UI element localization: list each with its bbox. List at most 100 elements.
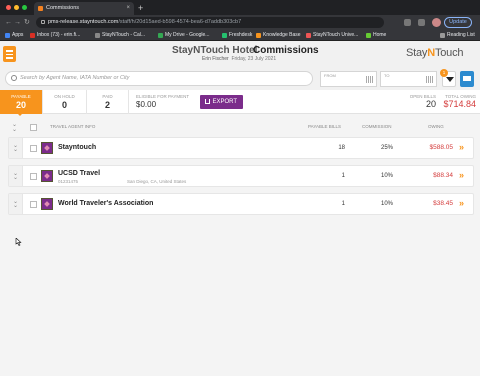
bookmark-item[interactable]: Knowledge Base	[256, 30, 301, 41]
browser-tab[interactable]: Commissions ×	[34, 2, 134, 15]
paid-count: 2	[104, 100, 110, 110]
bookmark-label: My Drive - Google...	[165, 32, 210, 38]
row-expand-toggle[interactable]: ⌄ ⌄	[9, 138, 23, 158]
bookmark-item[interactable]: StayNTouch Unive...	[306, 30, 358, 41]
filter-button[interactable]: 1	[440, 69, 456, 87]
reading-list-button[interactable]: Reading List	[440, 30, 475, 41]
row-checkbox[interactable]	[30, 173, 37, 180]
owing-amount: $88.34	[433, 172, 453, 179]
bookmark-label: Knowledge Base	[263, 32, 301, 38]
download-icon	[205, 99, 210, 104]
browser-tab-bar: Commissions × +	[0, 0, 480, 15]
col-commission-header: COMMISSION	[362, 124, 392, 129]
commission-rate: 25%	[380, 145, 393, 151]
bookmark-label: Freshdesk	[229, 32, 253, 38]
table-header: ⌄ ⌄ TRAVEL AGENT INFO PAYABLE BILLS COMMI…	[0, 122, 480, 134]
eligible-amount: $0.00	[136, 100, 157, 109]
from-label: FROM	[324, 73, 336, 78]
tab-favicon-icon	[38, 6, 43, 11]
reading-list-label: Reading List	[447, 32, 475, 38]
tab-on-hold[interactable]: ON HOLD 0	[43, 90, 87, 114]
commission-rate: 10%	[380, 201, 393, 207]
tab-paid[interactable]: PAID 2	[87, 90, 129, 114]
export-button[interactable]: EXPORT	[200, 95, 243, 109]
bookmark-icon	[222, 33, 227, 38]
open-agent-icon[interactable]: »	[459, 170, 464, 180]
agent-row[interactable]: ⌄ ⌄ UCSD Travel 01231475 San Diego, CA, Unit…	[8, 165, 474, 187]
row-checkbox[interactable]	[30, 145, 37, 152]
bookmark-icon	[158, 33, 163, 38]
url-path: /staff/h/20d15aed-b598-4574-bea6-d7addb3…	[118, 19, 242, 25]
payable-bills: 18	[338, 145, 345, 151]
url-input[interactable]: pms-release.stayntouch.com/staff/h/20d15…	[36, 17, 384, 28]
tab-title: Commissions	[46, 5, 80, 11]
chevron-down-icon: ⌄ ⌄	[13, 171, 19, 181]
minimize-window-icon[interactable]	[14, 5, 19, 10]
brand-part: Stay	[406, 47, 428, 59]
agent-logo-mark	[44, 201, 50, 207]
collapse-all-icon[interactable]: ⌄ ⌄	[12, 122, 17, 133]
page-title: Commissions	[253, 45, 319, 56]
back-icon[interactable]: ←	[5, 17, 12, 28]
reload-icon[interactable]: ↻	[24, 17, 30, 28]
bookmark-label: Apps	[12, 32, 24, 38]
tab-close-icon[interactable]: ×	[126, 2, 130, 15]
agent-logo	[41, 198, 53, 210]
agent-logo	[41, 142, 53, 154]
new-tab-button[interactable]: +	[138, 2, 143, 14]
reading-list-icon	[440, 33, 445, 38]
open-bills-count: 20	[425, 99, 436, 109]
select-all-checkbox[interactable]	[30, 124, 37, 131]
to-date-field[interactable]: TO	[380, 71, 437, 87]
export-label: EXPORT	[212, 99, 237, 105]
total-owing-amount: $714.84	[443, 99, 476, 109]
row-expand-toggle[interactable]: ⌄ ⌄	[9, 194, 23, 214]
calendar-icon	[426, 76, 433, 83]
row-expand-toggle[interactable]: ⌄ ⌄	[9, 166, 23, 186]
menu-button[interactable]	[3, 46, 16, 62]
profile-avatar[interactable]	[432, 18, 441, 27]
agent-logo-mark	[44, 173, 50, 179]
open-agent-icon[interactable]: »	[459, 198, 464, 208]
agent-location: San Diego, CA, United States	[127, 179, 187, 184]
user-name: Erin Fischer	[202, 56, 229, 62]
maximize-window-icon[interactable]	[22, 5, 27, 10]
bookmark-item[interactable]: My Drive - Google...	[158, 30, 209, 41]
chevron-down-icon: ⌄ ⌄	[13, 143, 19, 153]
tab-payable[interactable]: PAYABLE 20	[0, 90, 43, 114]
puzzle-icon[interactable]	[418, 19, 425, 26]
bookmark-item[interactable]: Inbox (73) - erin.fi...	[30, 30, 80, 41]
brand-logo: StayNTouch	[406, 47, 464, 59]
update-button[interactable]: Update	[444, 17, 472, 28]
search-icon	[11, 75, 17, 81]
user-info: Erin Fischer Friday, 23 July 2021	[202, 56, 276, 62]
open-agent-icon[interactable]: »	[459, 142, 464, 152]
extension-icon[interactable]	[404, 19, 411, 26]
business-date: Friday, 23 July 2021	[231, 56, 277, 62]
agent-name: Stayntouch	[58, 144, 97, 151]
bookmark-icon	[366, 33, 371, 38]
bookmark-item[interactable]: StayNTouch - Cal...	[95, 30, 145, 41]
brand-part: Touch	[434, 47, 464, 59]
onhold-label: ON HOLD	[54, 94, 75, 99]
agent-name: UCSD Travel	[58, 170, 101, 177]
from-date-field[interactable]: FROM	[320, 71, 377, 87]
close-window-icon[interactable]	[6, 5, 11, 10]
print-icon	[463, 76, 471, 81]
forward-icon[interactable]: →	[14, 17, 21, 28]
bookmark-item[interactable]: Freshdesk	[222, 30, 252, 41]
eligible-payment: ELIGIBLE FOR PAYMENT $0.00	[136, 94, 189, 109]
payable-count: 20	[15, 100, 26, 110]
brand-part: N	[427, 47, 435, 59]
paid-label: PAID	[102, 94, 113, 99]
agent-name: World Traveler's Association	[58, 200, 154, 207]
search-input[interactable]: Search by Agent Name, IATA Number or Cit…	[5, 71, 313, 86]
agent-row[interactable]: ⌄ ⌄ World Traveler's Association 1 10% $38.45…	[8, 193, 474, 215]
chevron-down-icon: ⌄ ⌄	[13, 199, 19, 209]
bookmark-item[interactable]: Home	[366, 30, 386, 41]
print-button[interactable]	[460, 71, 474, 87]
agent-row[interactable]: ⌄ ⌄ Stayntouch 18 25% $588.05 »	[8, 137, 474, 159]
col-agent-header: TRAVEL AGENT INFO	[50, 124, 96, 129]
row-checkbox[interactable]	[30, 201, 37, 208]
bookmark-item[interactable]: Apps	[5, 30, 23, 41]
